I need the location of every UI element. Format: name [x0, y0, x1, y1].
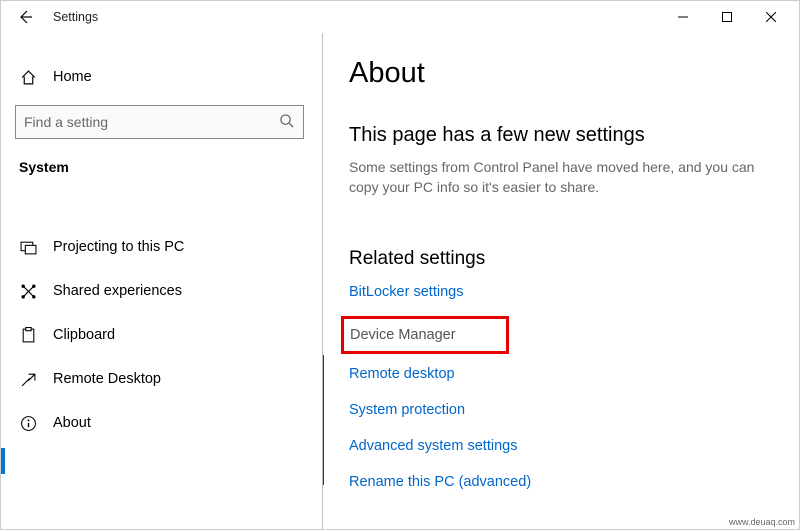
page-description: Some settings from Control Panel have mo… — [349, 157, 769, 198]
link-device-manager[interactable]: Device Manager — [341, 316, 509, 354]
maximize-icon — [722, 12, 732, 22]
sidebar-item-shared[interactable]: Shared experiences — [15, 269, 304, 313]
sidebar-item-clipboard[interactable]: Clipboard — [15, 313, 304, 357]
link-advanced-system[interactable]: Advanced system settings — [349, 438, 773, 454]
home-label: Home — [53, 69, 92, 85]
link-remote-desktop[interactable]: Remote desktop — [349, 366, 773, 382]
sidebar-item-label: Shared experiences — [53, 283, 182, 299]
close-button[interactable] — [749, 2, 793, 32]
projecting-icon — [19, 238, 37, 256]
clipboard-icon — [19, 326, 37, 344]
sidebar: Home System Projecting to this PC Shared… — [1, 33, 323, 529]
about-icon — [19, 414, 37, 432]
maximize-button[interactable] — [705, 2, 749, 32]
sidebar-item-remote-desktop[interactable]: Remote Desktop — [15, 357, 304, 401]
scroll-indicator[interactable] — [323, 355, 324, 485]
sidebar-category: System — [15, 153, 304, 181]
back-arrow-icon — [17, 9, 33, 25]
related-settings-head: Related settings — [349, 248, 773, 270]
remote-desktop-icon — [19, 370, 37, 388]
shared-experiences-icon — [19, 282, 37, 300]
page-title: About — [349, 57, 773, 90]
link-bitlocker[interactable]: BitLocker settings — [349, 284, 773, 300]
window-controls — [661, 2, 793, 32]
link-rename-pc[interactable]: Rename this PC (advanced) — [349, 474, 773, 490]
search-icon — [279, 113, 295, 131]
content-pane: About This page has a few new settings S… — [323, 33, 799, 529]
sidebar-item-label: Clipboard — [53, 327, 115, 343]
page-subhead: This page has a few new settings — [349, 124, 773, 147]
back-button[interactable] — [7, 1, 43, 33]
titlebar: Settings — [1, 1, 799, 33]
home-icon — [19, 68, 37, 86]
minimize-button[interactable] — [661, 2, 705, 32]
search-input[interactable] — [24, 114, 279, 130]
sidebar-item-label: About — [53, 415, 91, 431]
window-title: Settings — [53, 10, 98, 24]
sidebar-item-about[interactable]: About — [15, 401, 304, 445]
sidebar-item-projecting[interactable]: Projecting to this PC — [15, 225, 304, 269]
home-button[interactable]: Home — [15, 59, 304, 95]
link-system-protection[interactable]: System protection — [349, 402, 773, 418]
watermark: www.deuaq.com — [729, 517, 795, 527]
sidebar-item-label: Projecting to this PC — [53, 239, 184, 255]
search-box[interactable] — [15, 105, 304, 139]
sidebar-item-label: Remote Desktop — [53, 371, 161, 387]
minimize-icon — [678, 12, 688, 22]
selected-indicator — [1, 448, 5, 474]
close-icon — [766, 12, 776, 22]
